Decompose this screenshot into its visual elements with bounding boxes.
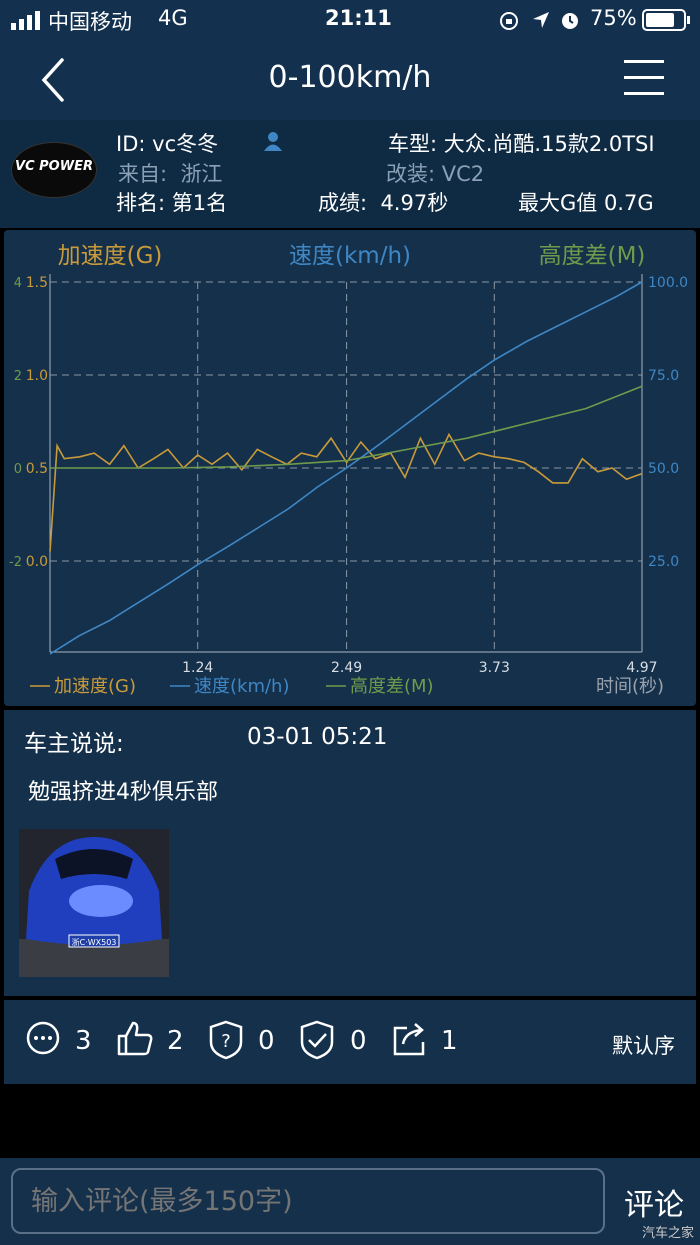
battery-percent: 75% [590, 6, 637, 30]
left-inner-tick-3: 0.0 [26, 554, 48, 570]
comment-input[interactable] [11, 1168, 605, 1234]
accel-line [49, 432, 643, 552]
question-shield-icon[interactable]: ? [207, 1020, 245, 1060]
status-bar: 中国移动 4G 21:11 75% [0, 0, 700, 40]
right-tick-3: 25.0 [648, 554, 679, 570]
left-outer-tick-2: 0 [14, 462, 22, 477]
action-bar: 3 2 ? 0 0 1 默认序 [4, 1000, 696, 1084]
x-tick-3: 4.97 [626, 660, 657, 676]
comment-date: 03-01 05:21 [247, 724, 388, 750]
left-inner-tick-2: 0.5 [26, 461, 48, 477]
network-label: 4G [158, 6, 188, 30]
left-inner-tick-1: 1.0 [26, 368, 48, 384]
watermark: 汽车之家 [641, 1226, 694, 1241]
x-axis-label: 时间(秒) [596, 676, 664, 697]
team-logo: VC POWER [11, 142, 97, 198]
battery-icon [642, 9, 690, 31]
car-photo-image: 浙C·WX503 [19, 829, 169, 977]
nav-bar: 0-100km/h [0, 40, 700, 120]
legend-label-2: 高度差(M) [350, 676, 434, 697]
location-icon [533, 12, 549, 28]
car-photo[interactable]: 浙C·WX503 [19, 829, 169, 977]
height-line [50, 385, 643, 469]
submit-comment-button[interactable]: 评论 [624, 1180, 684, 1224]
verified-shield-icon[interactable] [298, 1020, 336, 1060]
comment-text: 勉强挤进4秒俱乐部 [28, 780, 218, 805]
question-count: 0 [258, 1026, 275, 1056]
left-inner-tick-0: 1.5 [26, 275, 48, 291]
legend-label-0: 加速度(G) [54, 676, 136, 697]
rotation-lock-icon [500, 12, 518, 30]
clock: 21:11 [325, 6, 392, 30]
legend-label-1: 速度(km/h) [194, 676, 289, 697]
svg-text:?: ? [221, 1031, 231, 1052]
owner-comment: 车主说说: 03-01 05:21 勉强挤进4秒俱乐部 浙C·WX503 [4, 710, 696, 996]
signal-icon [11, 11, 40, 30]
left-outer-tick-0: 4 [14, 276, 22, 291]
comment-count: 3 [75, 1026, 92, 1056]
chart-header-1: 速度(km/h) [289, 243, 411, 269]
thumbs-up-icon[interactable] [116, 1020, 154, 1058]
x-tick-1: 2.49 [331, 660, 362, 676]
share-count: 1 [441, 1026, 458, 1056]
acceleration-chart: 加速度(G) 速度(km/h) 高度差(M) 1.24 2.49 3.73 4.97 4 2 0 -… [4, 230, 696, 706]
right-tick-1: 75.0 [648, 368, 679, 384]
rank: 排名: 第1名 [116, 191, 228, 215]
x-tick-2: 3.73 [479, 660, 510, 676]
page-title: 0-100km/h [268, 60, 432, 95]
left-outer-tick-3: -2 [9, 555, 22, 570]
chart-svg: 加速度(G) 速度(km/h) 高度差(M) 1.24 2.49 3.73 4.97 4 2 0 -… [9, 243, 688, 697]
verified-count: 0 [350, 1026, 367, 1056]
comment-input-bar: 评论 汽车之家 [0, 1158, 700, 1245]
max-g: 最大G值 0.7G [518, 191, 654, 215]
user-icon[interactable] [262, 130, 284, 152]
like-count: 2 [167, 1026, 184, 1056]
license-plate: 浙C·WX503 [72, 937, 117, 947]
result-info: VC POWER ID: vc冬冬 来自: 浙江 排名: 第1名 车型: 大众.… [0, 120, 700, 228]
share-icon[interactable] [391, 1020, 429, 1058]
score: 成绩: 4.97秒 [318, 191, 449, 215]
modification: 改装: VC2 [386, 162, 485, 186]
comment-bubble-icon[interactable] [24, 1020, 62, 1058]
carrier-label: 中国移动 [48, 10, 132, 34]
right-tick-0: 100.0 [648, 275, 688, 291]
right-tick-2: 50.0 [648, 461, 679, 477]
user-location: 来自: 浙江 [118, 162, 223, 186]
sort-default-button[interactable]: 默认序 [612, 1030, 675, 1060]
user-id: ID: vc冬冬 [116, 132, 219, 156]
x-tick-0: 1.24 [182, 660, 213, 676]
hamburger-menu-icon [624, 60, 664, 95]
menu-button[interactable] [620, 56, 670, 102]
chart-header-2: 高度差(M) [539, 243, 646, 269]
alarm-icon [562, 13, 578, 29]
comment-header: 车主说说: [24, 731, 124, 757]
car-model: 车型: 大众.尚酷.15款2.0TSI [388, 132, 655, 156]
chart-header-0: 加速度(G) [58, 243, 163, 269]
left-outer-tick-1: 2 [14, 369, 22, 384]
